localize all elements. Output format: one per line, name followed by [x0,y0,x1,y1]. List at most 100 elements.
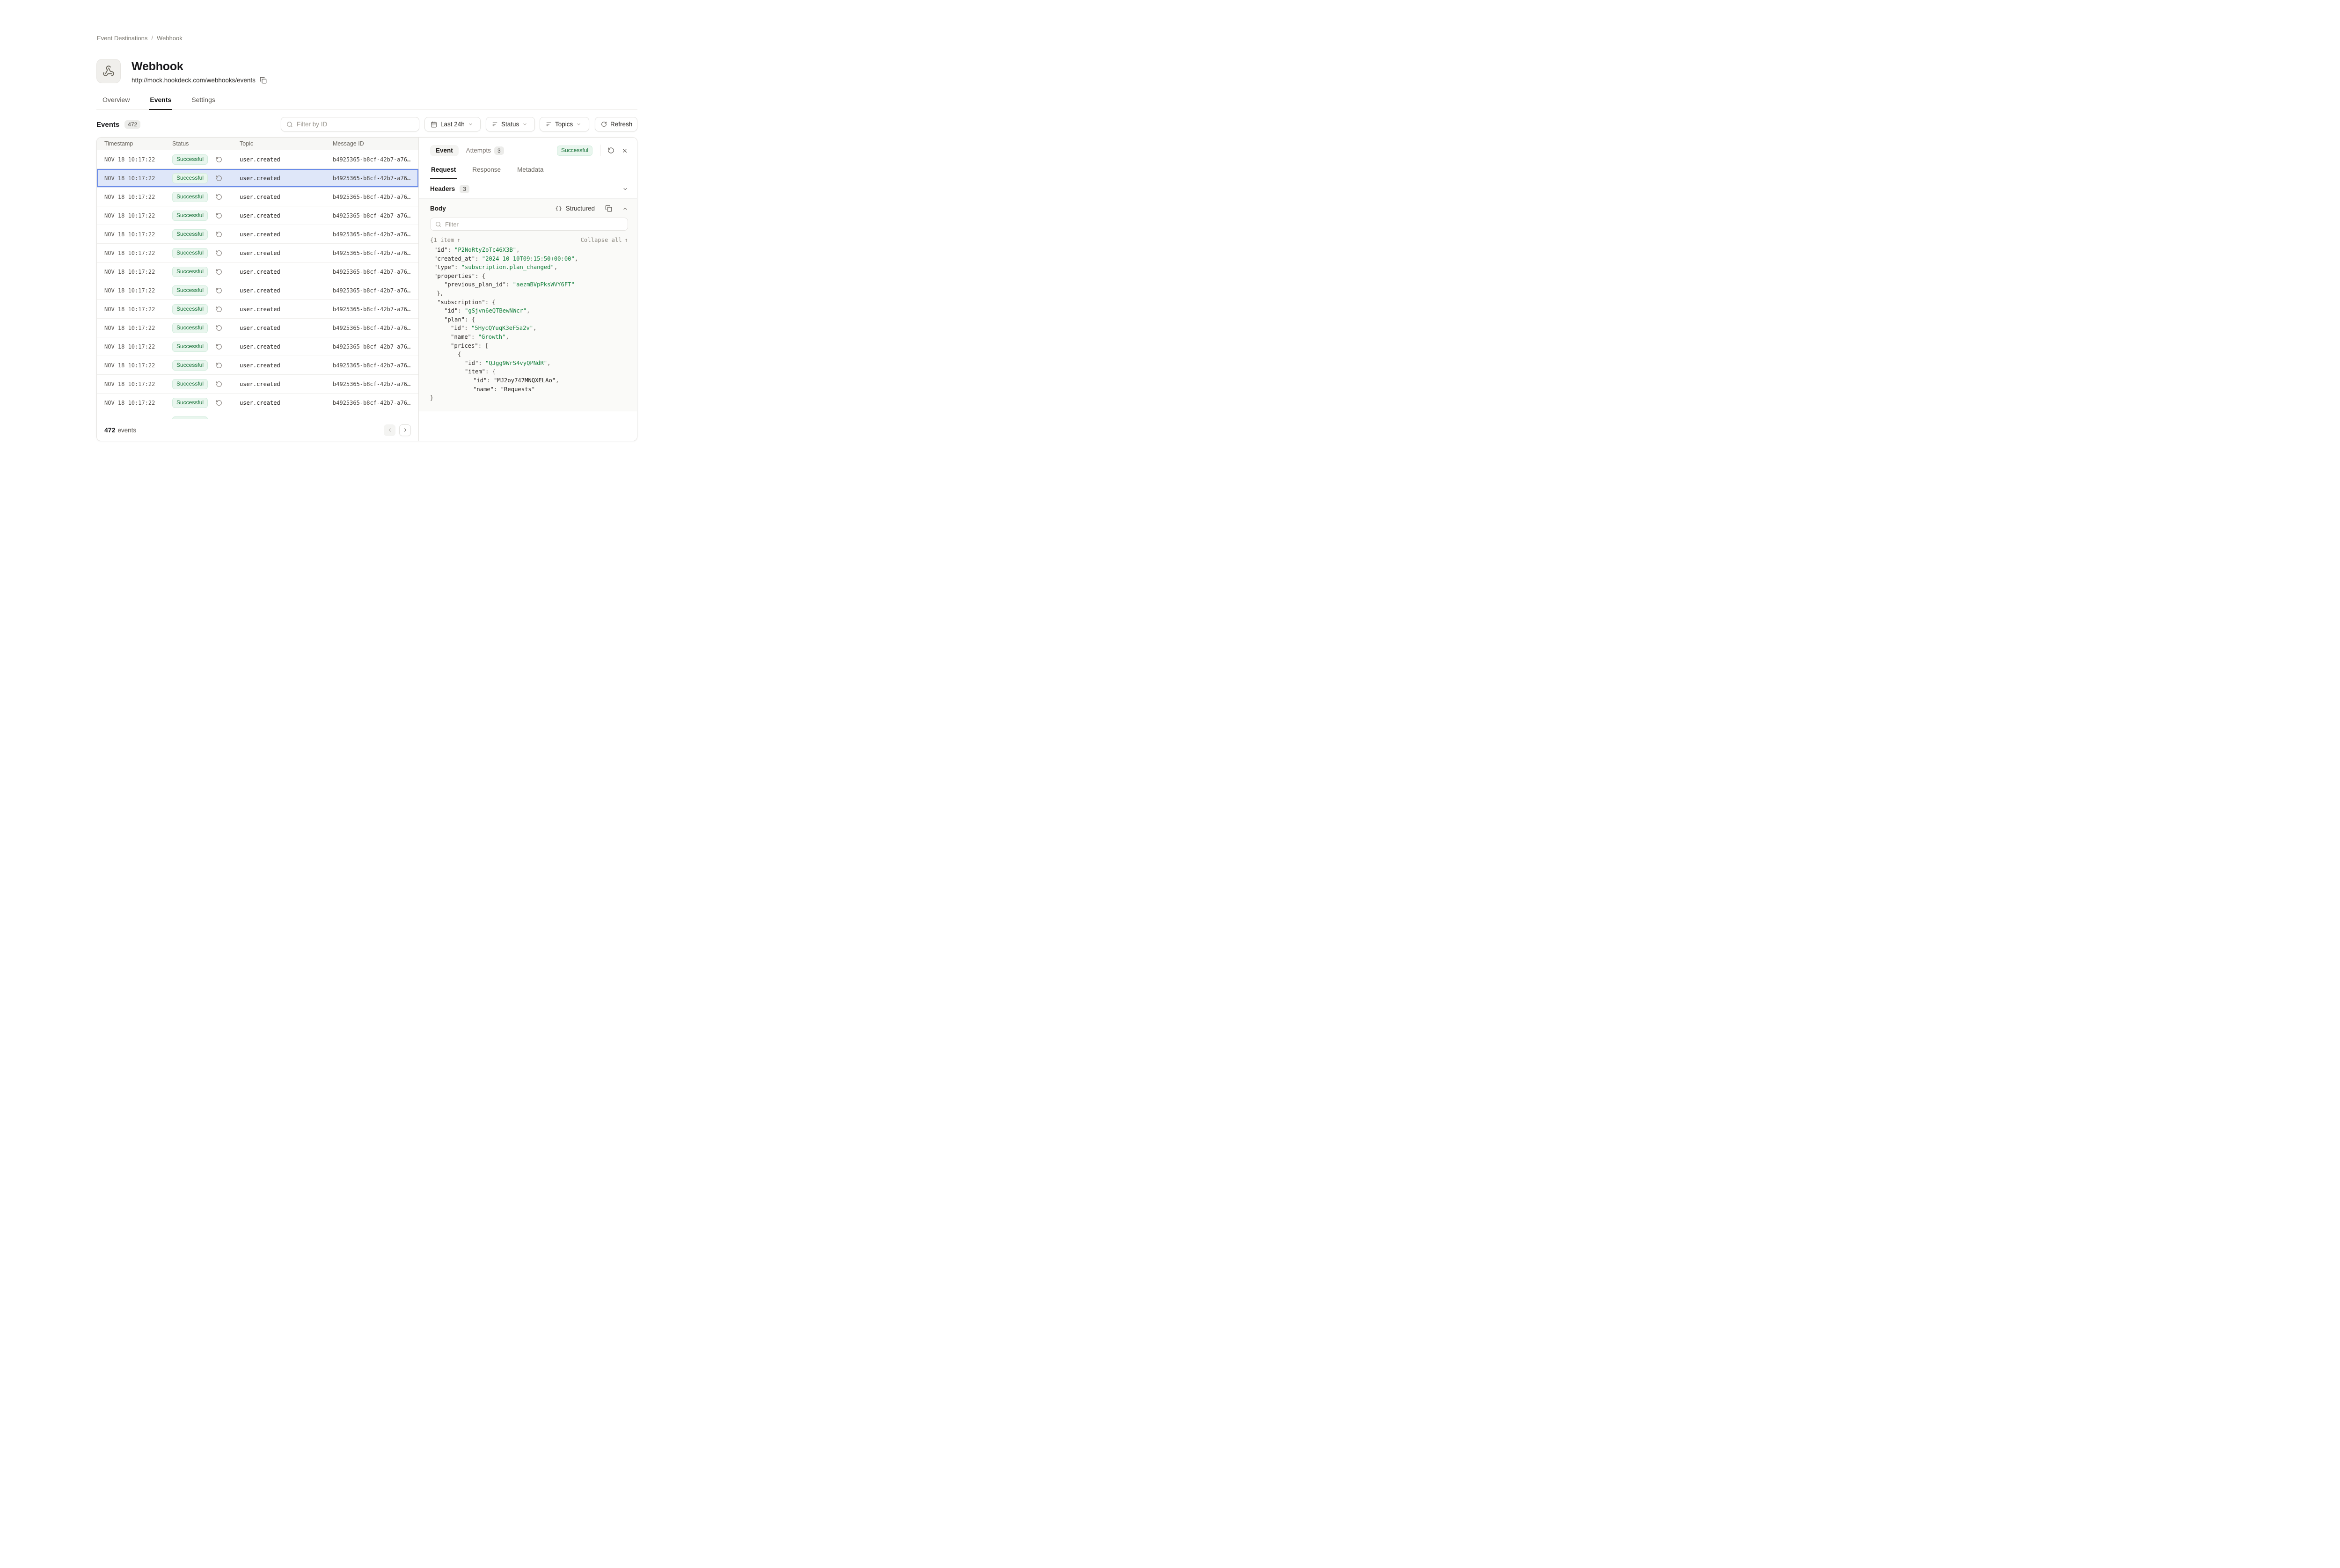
copy-url-button[interactable] [260,77,267,84]
cell-timestamp: NOV 18 10:17:22 [97,343,172,350]
tab-event[interactable]: Event [430,145,459,156]
json-line: "name": "Growth", [430,333,628,342]
table-row[interactable]: NOV 18 10:17:22Successfuluser.createdb49… [97,412,418,419]
topics-filter-label: Topics [555,121,573,128]
cell-message-id: b4925365-b8cf-42b7-a76… [333,362,418,369]
chevron-down-icon [576,122,581,127]
table-row[interactable]: NOV 18 10:17:22Successfuluser.createdb49… [97,169,418,188]
retry-event-button[interactable] [216,269,222,275]
cell-message-id: b4925365-b8cf-42b7-a76… [333,381,418,387]
table-row[interactable]: NOV 18 10:17:22Successfuluser.createdb49… [97,300,418,319]
copy-body-button[interactable] [605,205,612,212]
copy-icon [605,205,612,212]
retry-event-button[interactable] [216,175,222,182]
cell-message-id: b4925365-b8cf-42b7-a76… [333,212,418,219]
column-header-status: Status [172,140,240,147]
time-filter-button[interactable]: Last 24h [424,117,481,131]
tab-attempts[interactable]: Attempts 3 [466,146,504,155]
next-page-button[interactable] [399,424,411,436]
page-header: Webhook http://mock.hookdeck.com/webhook… [96,59,267,84]
table-row[interactable]: NOV 18 10:17:22Successfuluser.createdb49… [97,225,418,244]
tab-response[interactable]: Response [471,163,502,179]
retry-event-button[interactable] [216,156,222,163]
breadcrumb-item-event-destinations[interactable]: Event Destinations [97,35,147,42]
cell-status: Successful [172,342,240,352]
cell-status: Successful [172,267,240,277]
retry-event-button[interactable] [216,362,222,369]
json-line: "plan": { [430,315,628,324]
body-section-header: Body {} Structured [430,205,628,212]
table-row[interactable]: NOV 18 10:17:22Successfuluser.createdb49… [97,150,418,169]
table-row[interactable]: NOV 18 10:17:22Successfuluser.createdb49… [97,356,418,375]
table-row[interactable]: NOV 18 10:17:22Successfuluser.createdb49… [97,206,418,225]
table-row[interactable]: NOV 18 10:17:22Successfuluser.createdb49… [97,394,418,412]
search-input[interactable] [297,121,414,128]
tab-settings[interactable]: Settings [190,93,216,110]
cell-topic: user.created [240,250,333,256]
retry-event-button[interactable] [216,194,222,200]
table-row[interactable]: NOV 18 10:17:22Successfuluser.createdb49… [97,244,418,263]
json-line: }, [430,289,628,298]
table-row[interactable]: NOV 18 10:17:22Successfuluser.createdb49… [97,188,418,206]
collapse-all-button[interactable]: Collapse all ↑ [581,237,628,243]
cell-status: Successful [172,248,240,258]
status-badge: Successful [172,304,208,314]
cell-topic: user.created [240,287,333,294]
retry-event-button[interactable] [216,212,222,219]
body-section: Body {} Structured [419,199,637,411]
json-line: "created_at": "2024-10-10T09:15:50+00:00… [430,255,628,263]
cell-status: Successful [172,379,240,389]
cell-message-id: b4925365-b8cf-42b7-a76… [333,343,418,350]
json-line: "name": "Requests" [430,385,628,394]
cell-status: Successful [172,192,240,202]
retry-event-button[interactable] [216,306,222,313]
structured-view-toggle[interactable]: {} Structured [555,205,595,212]
status-filter-button[interactable]: Status [486,117,535,131]
retry-event-button[interactable] [216,400,222,406]
tab-overview[interactable]: Overview [102,93,131,110]
refresh-button[interactable]: Refresh [595,117,637,131]
chevron-right-icon [402,427,408,433]
tab-request[interactable]: Request [430,163,457,179]
table-row[interactable]: NOV 18 10:17:22Successfuluser.createdb49… [97,263,418,281]
table-row[interactable]: NOV 18 10:17:22Successfuluser.createdb49… [97,319,418,337]
collapse-body-button[interactable] [622,206,628,211]
retry-event-button[interactable] [216,250,222,256]
event-detail-panel: Event Attempts 3 Successful Request Resp… [418,138,637,441]
status-badge: Successful [172,248,208,258]
tab-metadata[interactable]: Metadata [516,163,544,179]
body-filter-input[interactable] [445,221,623,228]
cell-topic: user.created [240,381,333,387]
retry-icon [216,306,222,313]
tab-events[interactable]: Events [149,93,172,110]
topics-filter-button[interactable]: Topics [540,117,589,131]
json-line: "id": "5HycQYuqK3eF5a2v", [430,324,628,333]
collapse-arrow-icon: ↑ [625,237,628,243]
retry-event-button[interactable] [216,343,222,350]
cell-message-id: b4925365-b8cf-42b7-a76… [333,306,418,313]
headers-section-toggle[interactable]: Headers 3 [419,179,637,199]
json-line: "subscription": { [430,298,628,307]
status-badge: Successful [172,229,208,240]
close-panel-button[interactable] [622,147,628,154]
retry-event-button[interactable] [216,381,222,387]
previous-page-button[interactable] [384,424,395,436]
retry-event-button[interactable] [216,325,222,331]
retry-icon [216,250,222,256]
retry-event-button[interactable] [607,147,614,154]
table-row[interactable]: NOV 18 10:17:22Successfuluser.createdb49… [97,337,418,356]
json-line: "item": { [430,367,628,376]
root-collapse-toggle[interactable]: {1 item ↑ [430,237,461,243]
table-row[interactable]: NOV 18 10:17:22Successfuluser.createdb49… [97,281,418,300]
status-filter-label: Status [501,121,519,128]
breadcrumb-item-webhook[interactable]: Webhook [157,35,183,42]
chevron-up-icon [622,206,628,211]
json-line: "id": "MJ2oy747MNQXELAo", [430,376,628,385]
cell-message-id: b4925365-b8cf-42b7-a76… [333,400,418,406]
cell-message-id: b4925365-b8cf-42b7-a76… [333,194,418,200]
table-row[interactable]: NOV 18 10:17:22Successfuluser.createdb49… [97,375,418,394]
retry-event-button[interactable] [216,287,222,294]
cell-message-id: b4925365-b8cf-42b7-a76… [333,325,418,331]
retry-event-button[interactable] [216,231,222,238]
collapse-all-label: Collapse all [581,237,622,243]
